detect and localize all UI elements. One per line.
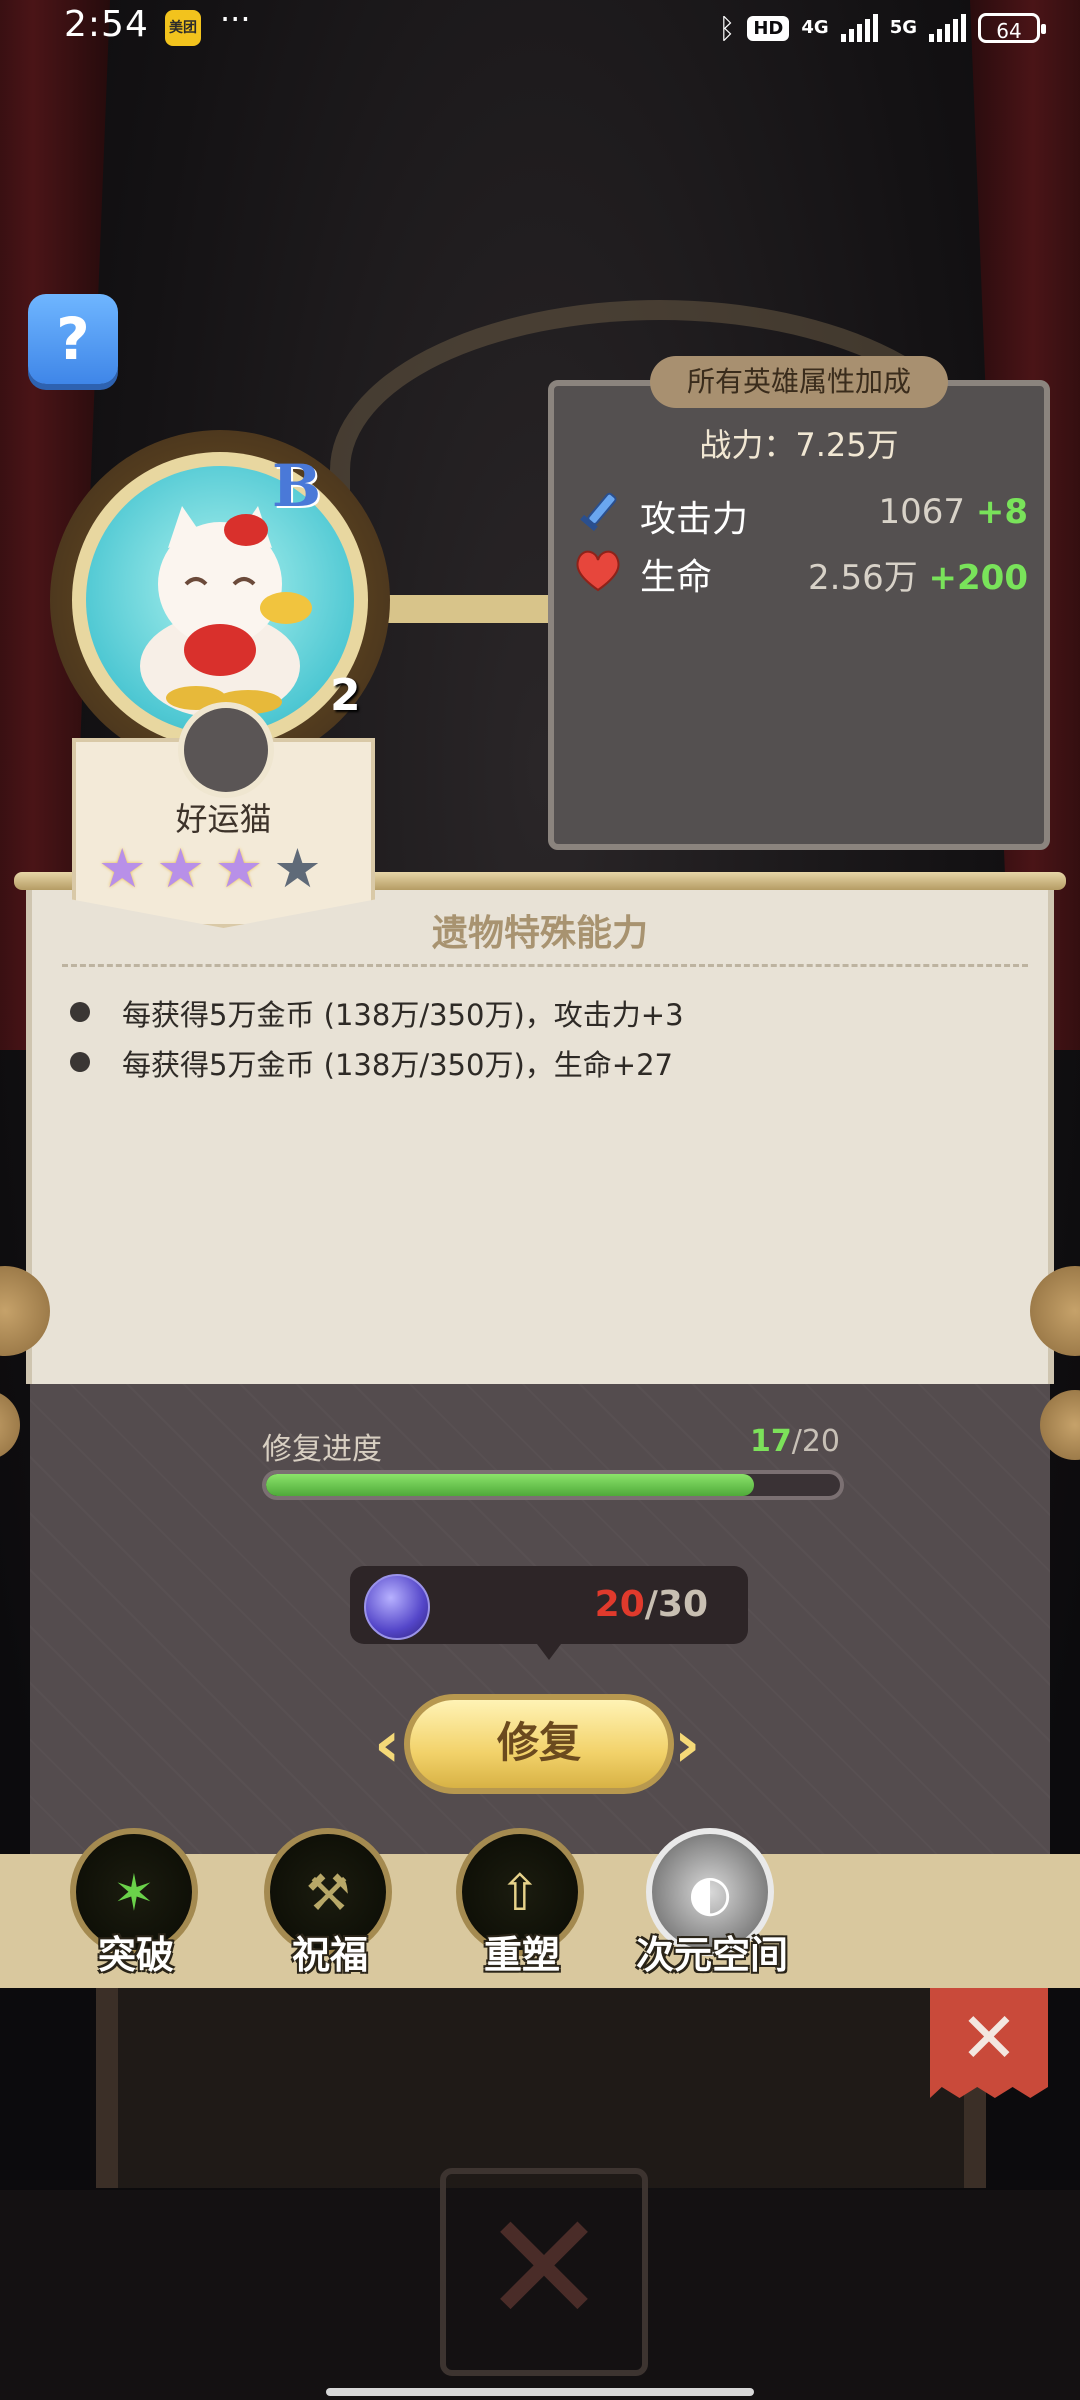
hero-name: 好运猫 xyxy=(175,800,272,838)
heart-icon xyxy=(576,550,620,592)
hd-voice-icon: HD xyxy=(747,15,790,41)
help-button[interactable]: ? xyxy=(28,294,118,384)
star-empty-icon: ★ xyxy=(273,837,322,900)
stat-row-attack: 攻击力 1067 +8 xyxy=(572,482,1028,542)
ability-divider xyxy=(62,964,1028,967)
bonus-title-tag: 所有英雄属性加成 xyxy=(650,356,948,408)
hero-grade-badge: B xyxy=(272,452,322,520)
repair-cost-text: 20/30 xyxy=(594,1584,708,1625)
stat-value: 1067 +8 xyxy=(878,492,1029,532)
stat-value: 2.56万 +200 xyxy=(808,558,1028,598)
meituan-app-icon: 美团 xyxy=(165,10,201,46)
tab-label: 次元空间 xyxy=(635,1933,788,1977)
home-indicator[interactable] xyxy=(326,2388,754,2396)
battery-icon: 64 xyxy=(978,13,1046,43)
network-5g-label: 5G xyxy=(889,17,917,38)
star-filled-icon: ★ xyxy=(214,837,264,900)
ability-item: 每获得5万金币 (138万/350万)，攻击力+3 xyxy=(70,992,684,1034)
relic-shard-icon xyxy=(364,1574,430,1640)
network-4g-label: 4G xyxy=(801,17,829,38)
bluetooth-icon: ᛒ xyxy=(718,11,736,45)
repair-button[interactable]: 修复 xyxy=(404,1694,674,1794)
hero-stars: ★ ★ ★ ★ xyxy=(98,842,322,896)
signal-4g-icon xyxy=(840,14,878,42)
stat-row-life: 生命 2.56万 +200 xyxy=(572,540,1028,600)
tab-label: 祝福 xyxy=(291,1933,368,1977)
close-button[interactable]: ✕ xyxy=(930,1988,1048,2098)
lower-stage-frame xyxy=(96,1988,986,2188)
stat-name: 攻击力 xyxy=(640,499,749,540)
repair-progress-label: 修复进度 xyxy=(262,1432,382,1467)
more-notifications-icon: ··· xyxy=(220,0,251,38)
background-close-icon: ✕ xyxy=(440,2168,648,2376)
ability-item: 每获得5万金币 (138万/350万)，生命+27 xyxy=(70,1042,673,1084)
prev-arrow-icon[interactable]: ‹ xyxy=(374,1708,400,1782)
next-arrow-icon[interactable]: › xyxy=(674,1708,700,1782)
tab-label: 重塑 xyxy=(483,1933,560,1977)
tab-reshape[interactable]: ⇧ 重塑 xyxy=(442,1828,602,2008)
star-filled-icon: ★ xyxy=(156,837,205,900)
signal-5g-icon xyxy=(929,14,966,42)
bullet-icon xyxy=(70,1052,90,1072)
status-time: 2:54 xyxy=(64,4,149,45)
bullet-icon xyxy=(70,1002,90,1022)
relic-ability-panel: 遗物特殊能力 每获得5万金币 (138万/350万)，攻击力+3 每获得5万金币… xyxy=(26,884,1054,1384)
stat-name: 生命 xyxy=(640,557,713,598)
tab-dimension-space[interactable]: ◐ 次元空间 xyxy=(632,1828,792,2008)
tab-breakthrough[interactable]: ✶ 突破 xyxy=(56,1828,216,2008)
repair-cost-box: 20/30 xyxy=(350,1566,748,1660)
repair-progress-fill xyxy=(266,1474,754,1496)
status-indicators: ᛒ HD 4G 5G 64 xyxy=(718,10,1046,46)
status-bar: 2:54 美团 ··· ᛒ HD 4G 5G 64 xyxy=(0,0,1080,56)
tab-blessing[interactable]: ⚒ 祝福 xyxy=(250,1828,410,2008)
tab-label: 突破 xyxy=(97,1933,174,1977)
hero-level: 2 xyxy=(330,670,361,721)
sword-icon xyxy=(580,492,617,532)
bonus-power: 战力：7.25万 xyxy=(699,426,899,464)
repair-progress-bar xyxy=(262,1470,844,1500)
star-filled-icon: ★ xyxy=(98,837,147,900)
repair-progress-count: 17/20 xyxy=(749,1424,840,1459)
name-card-knob xyxy=(178,702,274,798)
